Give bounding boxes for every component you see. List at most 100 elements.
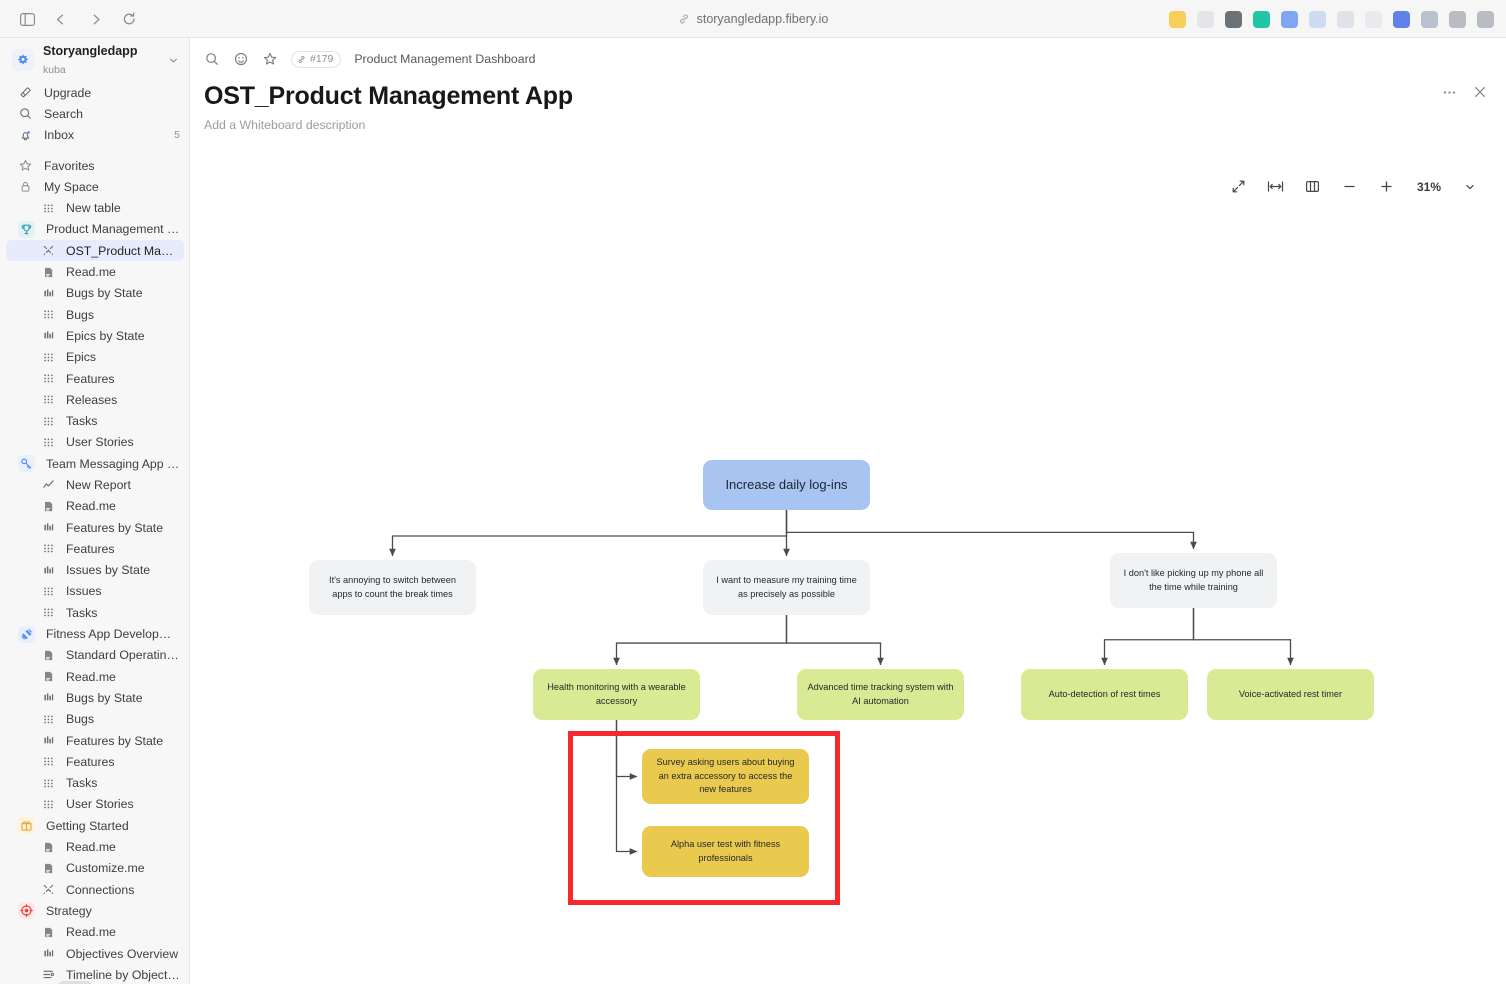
sidebar-item-customize-me[interactable]: Customize.me	[0, 858, 190, 879]
sidebar-item-issues[interactable]: Issues	[0, 581, 190, 602]
audio-extension-icon[interactable]	[1393, 11, 1410, 28]
split-view-icon[interactable]	[1477, 11, 1494, 28]
sidebar-item-ost-product-manag[interactable]: OST_Product Manag...	[6, 240, 184, 261]
sidebar-space-favorites[interactable]: Favorites	[0, 155, 190, 176]
chevron-down-icon[interactable]	[166, 55, 180, 66]
sidebar-space-strategy[interactable]: Strategy	[0, 900, 190, 921]
sidebar-item-read-me[interactable]: Read.me	[0, 922, 190, 943]
doc-icon	[41, 669, 56, 684]
sliders-extension-icon[interactable]	[1449, 11, 1466, 28]
sidebar-item-search[interactable]: Search	[0, 103, 190, 124]
sidebar-item-features[interactable]: Features	[0, 751, 190, 772]
sidebar-space-product-management-das[interactable]: Product Management Das...	[0, 219, 190, 240]
adblock-extension-icon[interactable]	[1197, 11, 1214, 28]
sidebar-item-label: Read.me	[66, 925, 116, 939]
sidebar-item-bugs-by-state[interactable]: Bugs by State	[0, 283, 190, 304]
bell-icon	[18, 128, 33, 143]
sidebar-item-bugs[interactable]: Bugs	[0, 304, 190, 325]
grid-icon	[41, 605, 56, 620]
shield-extension-icon[interactable]	[1421, 11, 1438, 28]
diagram-node-solution[interactable]: Voice-activated rest timer	[1207, 669, 1374, 720]
diagram-edge	[617, 615, 787, 665]
sidebar-item-objectives-overview[interactable]: Objectives Overview	[0, 943, 190, 964]
sidebar-item-label: Features by State	[66, 521, 163, 535]
sidebar-item-label: Bugs by State	[66, 691, 143, 705]
notes-extension-icon[interactable]	[1309, 11, 1326, 28]
doc-icon	[41, 499, 56, 514]
grammar-extension-icon[interactable]	[1253, 11, 1270, 28]
document-description-placeholder[interactable]: Add a Whiteboard description	[204, 118, 1506, 132]
sidebar-item-new-table[interactable]: New table	[0, 197, 190, 218]
inbox-badge: 5	[174, 129, 180, 141]
diagram-node-opportunity[interactable]: I want to measure my training time as pr…	[703, 560, 870, 615]
sidebar-item-releases[interactable]: Releases	[0, 389, 190, 410]
grid-icon	[41, 541, 56, 556]
sidebar-item-read-me[interactable]: Read.me	[0, 666, 190, 687]
whiteboard-canvas[interactable]: Increase daily log-ins It's annoying to s…	[190, 162, 1506, 952]
sidebar-item-standard-operating-p[interactable]: Standard Operating P...	[0, 645, 190, 666]
sidebar-item-features-by-state[interactable]: Features by State	[0, 517, 190, 538]
profile-extension-icon[interactable]	[1365, 11, 1382, 28]
diagram-node-label: I want to measure my training time as pr…	[713, 574, 860, 601]
workspace-switcher[interactable]: Storyangledapp kuba	[0, 38, 190, 82]
sidebar-item-timeline-by-objective[interactable]: Timeline by Objective	[0, 964, 190, 984]
screenshot-extension-icon[interactable]	[1225, 11, 1242, 28]
sidebar-item-features-by-state[interactable]: Features by State	[0, 730, 190, 751]
sidebar-item-user-stories[interactable]: User Stories	[0, 794, 190, 815]
sidebar-item-issues-by-state[interactable]: Issues by State	[0, 560, 190, 581]
grid-icon	[41, 776, 56, 791]
star-icon[interactable]	[262, 51, 278, 67]
close-icon[interactable]	[1472, 84, 1488, 100]
diagram-node-solution[interactable]: Advanced time tracking system with AI au…	[797, 669, 964, 720]
breadcrumb-parent[interactable]: Product Management Dashboard	[354, 52, 535, 66]
sidebar-item-tasks[interactable]: Tasks	[0, 410, 190, 431]
sidebar-item-user-stories[interactable]: User Stories	[0, 432, 190, 453]
forward-arrow-icon[interactable]	[86, 10, 104, 28]
sidebar-item-tasks[interactable]: Tasks	[0, 602, 190, 623]
diagram-node-opportunity[interactable]: It's annoying to switch between apps to …	[309, 560, 476, 615]
emoji-extension-icon[interactable]	[1169, 11, 1186, 28]
sidebar-item-connections[interactable]: Connections	[0, 879, 190, 900]
diagram-node-solution[interactable]: Auto-detection of rest times	[1021, 669, 1188, 720]
sidebar-item-epics[interactable]: Epics	[0, 347, 190, 368]
sidebar-item-inbox[interactable]: Inbox5	[0, 125, 190, 146]
sidebar-item-upgrade[interactable]: Upgrade	[0, 82, 190, 103]
sidebar-space-fitness-app-development[interactable]: Fitness App Development...	[0, 623, 190, 644]
doc-icon	[41, 265, 56, 280]
emoji-icon[interactable]	[233, 51, 249, 67]
pitch-extension-icon[interactable]	[1281, 11, 1298, 28]
entity-id-badge[interactable]: #179	[291, 51, 341, 68]
more-options-icon[interactable]	[1441, 84, 1457, 100]
sidebar-item-label: New Report	[66, 478, 131, 492]
sidebar-item-read-me[interactable]: Read.me	[0, 261, 190, 282]
diagram-node-label: I don't like picking up my phone all the…	[1120, 567, 1267, 594]
sidebar-toggle-icon[interactable]	[18, 10, 36, 28]
sidebar-item-label: Releases	[66, 393, 117, 407]
sidebar-item-tasks[interactable]: Tasks	[0, 773, 190, 794]
sidebar-item-read-me[interactable]: Read.me	[0, 496, 190, 517]
search-icon[interactable]	[204, 51, 220, 67]
sidebar-item-bugs[interactable]: Bugs	[0, 709, 190, 730]
sidebar-item-features[interactable]: Features	[0, 538, 190, 559]
sidebar-item-read-me[interactable]: Read.me	[0, 836, 190, 857]
chart-icon	[41, 690, 56, 705]
sidebar-item-epics-by-state[interactable]: Epics by State	[0, 325, 190, 346]
whiteboard-icon	[41, 243, 56, 258]
sidebar-item-label: Features	[66, 542, 115, 556]
experiments-highlight-box	[568, 731, 840, 905]
diagram-node-solution[interactable]: Health monitoring with a wearable access…	[533, 669, 700, 720]
sidebar-item-new-report[interactable]: New Report	[0, 474, 190, 495]
reload-icon[interactable]	[120, 10, 138, 28]
sidebar-item-bugs-by-state[interactable]: Bugs by State	[0, 687, 190, 708]
sidebar-space-getting-started[interactable]: Getting Started	[0, 815, 190, 836]
grid-icon	[41, 754, 56, 769]
back-arrow-icon[interactable]	[52, 10, 70, 28]
target-icon	[18, 902, 35, 919]
diagram-node-opportunity[interactable]: I don't like picking up my phone all the…	[1110, 553, 1277, 608]
cloud-extension-icon[interactable]	[1337, 11, 1354, 28]
diagram-node-outcome[interactable]: Increase daily log-ins	[703, 460, 870, 510]
sidebar-space-team-messaging-app-dev[interactable]: Team Messaging App Dev...	[0, 453, 190, 474]
sidebar-space-my-space[interactable]: My Space	[0, 176, 190, 197]
sidebar-item-features[interactable]: Features	[0, 368, 190, 389]
chart-icon	[41, 946, 56, 961]
